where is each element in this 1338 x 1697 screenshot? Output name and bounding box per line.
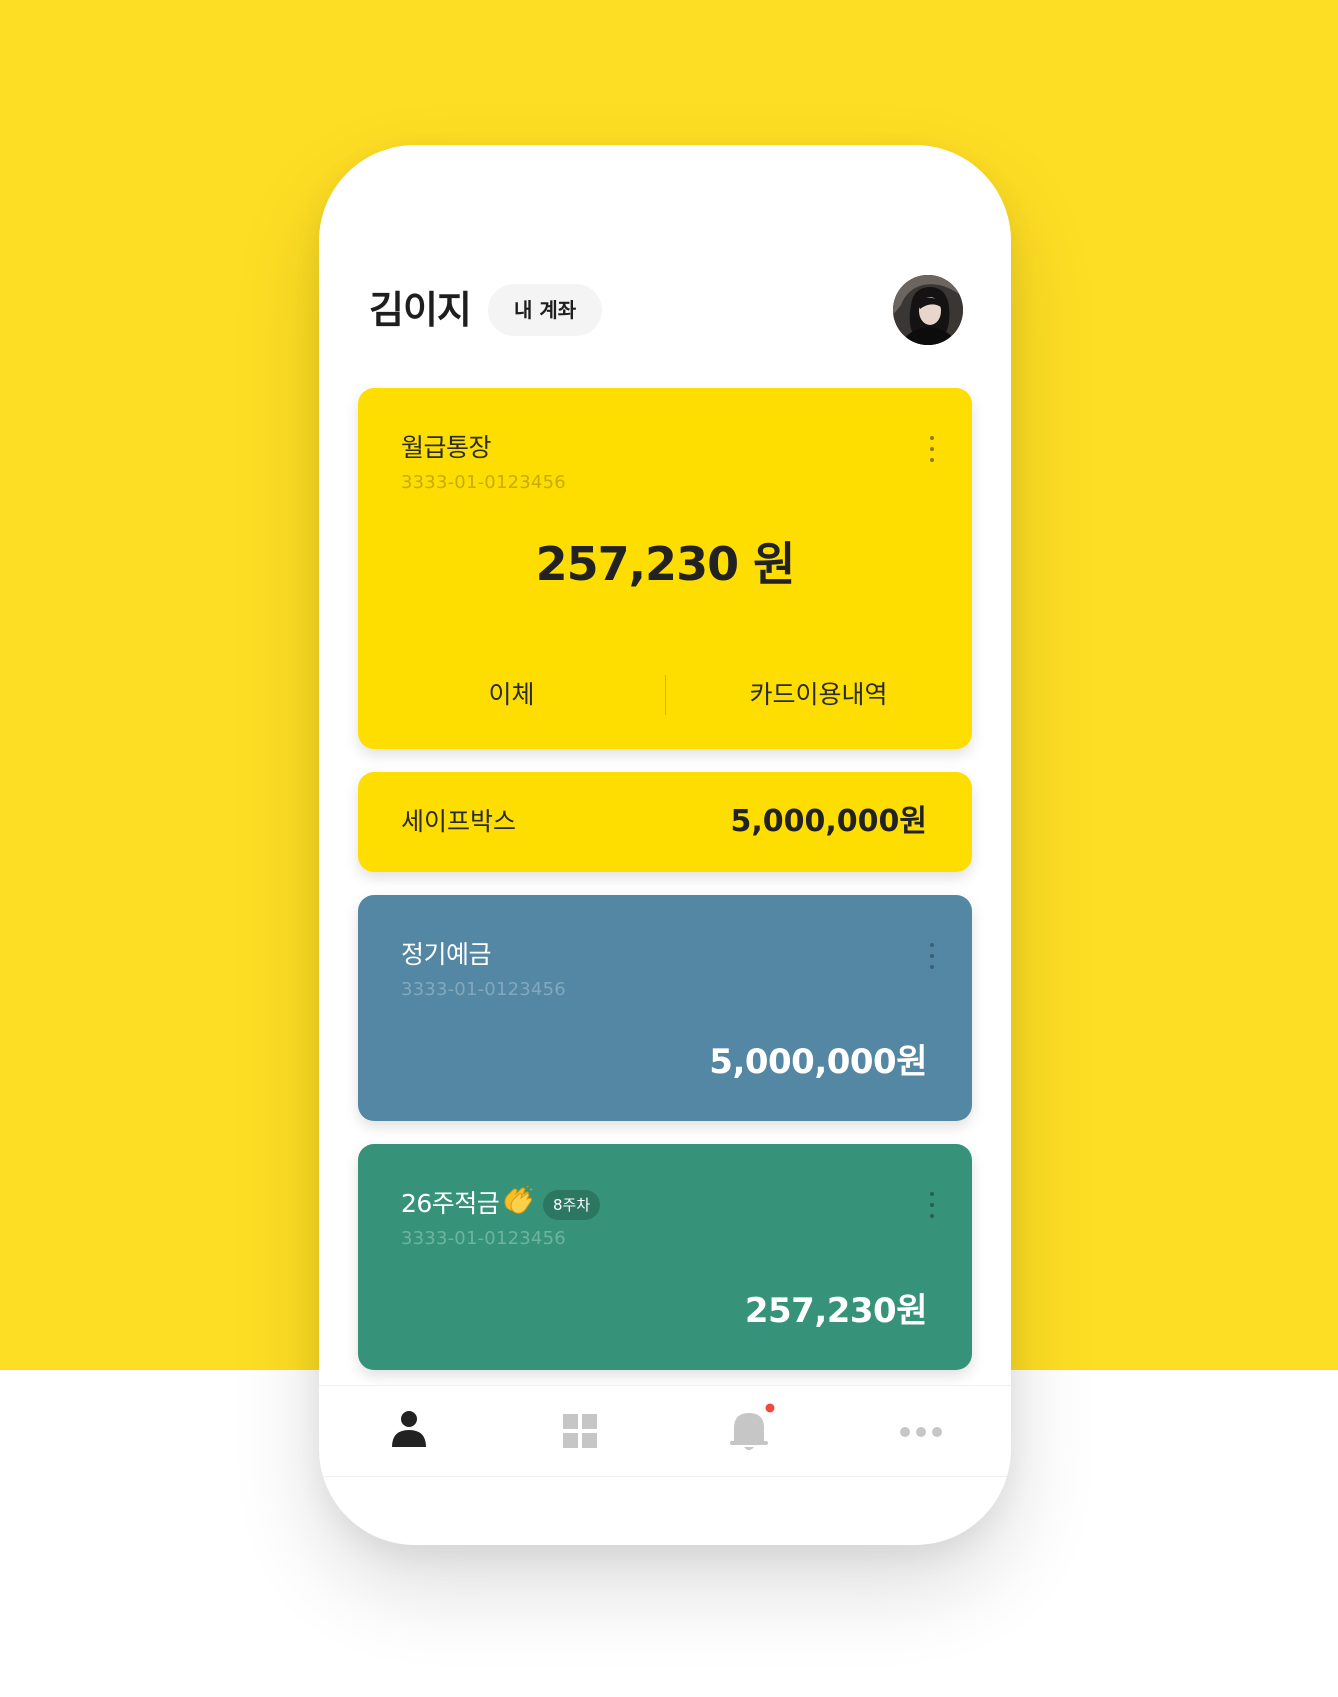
week-badge: 8주차: [543, 1190, 601, 1220]
account-balance: 257,230원: [744, 1291, 928, 1331]
term-deposit-card[interactable]: 정기예금 3333-01-0123456 5,000,000원: [358, 895, 972, 1121]
account-name: 26주적금: [401, 1189, 500, 1218]
kebab-menu-icon[interactable]: [928, 1192, 936, 1222]
account-name: 월급통장: [401, 433, 492, 462]
account-actions: 이체 카드이용내역: [358, 675, 972, 715]
transfer-button[interactable]: 이체: [358, 675, 665, 715]
account-balance: 5,000,000원: [709, 1042, 927, 1082]
safebox-card[interactable]: 세이프박스 5,000,000원: [358, 772, 972, 872]
tab-more[interactable]: [876, 1386, 966, 1476]
account-name-row: 26주적금: [401, 1184, 533, 1222]
avatar[interactable]: [893, 275, 963, 345]
kebab-menu-icon[interactable]: [928, 436, 936, 466]
account-balance: 257,230 원: [535, 537, 796, 591]
card-history-button[interactable]: 카드이용내역: [665, 675, 972, 715]
account-number: 3333-01-0123456: [401, 1228, 566, 1249]
avatar-photo: [893, 275, 963, 345]
account-name: 정기예금: [401, 940, 492, 969]
user-name: 김이지: [369, 288, 472, 332]
bottom-tab-bar: [319, 1385, 1011, 1477]
person-icon: [392, 1411, 426, 1447]
safebox-name: 세이프박스: [401, 807, 517, 836]
tab-grid[interactable]: [535, 1386, 625, 1476]
kebab-menu-icon[interactable]: [928, 943, 936, 973]
salary-account-card[interactable]: 월급통장 3333-01-0123456 257,230 원 이체 카드이용내역: [358, 388, 972, 749]
clapping-hands-icon: [501, 1184, 533, 1222]
header: 김이지 내 계좌: [369, 275, 963, 345]
more-icon: [900, 1427, 942, 1437]
my-accounts-button[interactable]: 내 계좌: [488, 284, 603, 336]
account-number: 3333-01-0123456: [401, 979, 566, 1000]
safebox-amount: 5,000,000원: [730, 804, 927, 839]
tab-notifications[interactable]: [705, 1386, 795, 1476]
notification-dot: [765, 1403, 775, 1413]
savings-card[interactable]: 26주적금 8주차 3333-01-0123456 257,230원: [358, 1144, 972, 1370]
tab-my-account[interactable]: [364, 1386, 454, 1476]
bell-icon: [730, 1403, 775, 1450]
grid-icon: [563, 1414, 597, 1448]
phone-frame: 김이지 내 계좌 월급통장 3333-01-0123456 257,230 원 …: [319, 145, 1011, 1545]
account-number: 3333-01-0123456: [401, 472, 566, 493]
